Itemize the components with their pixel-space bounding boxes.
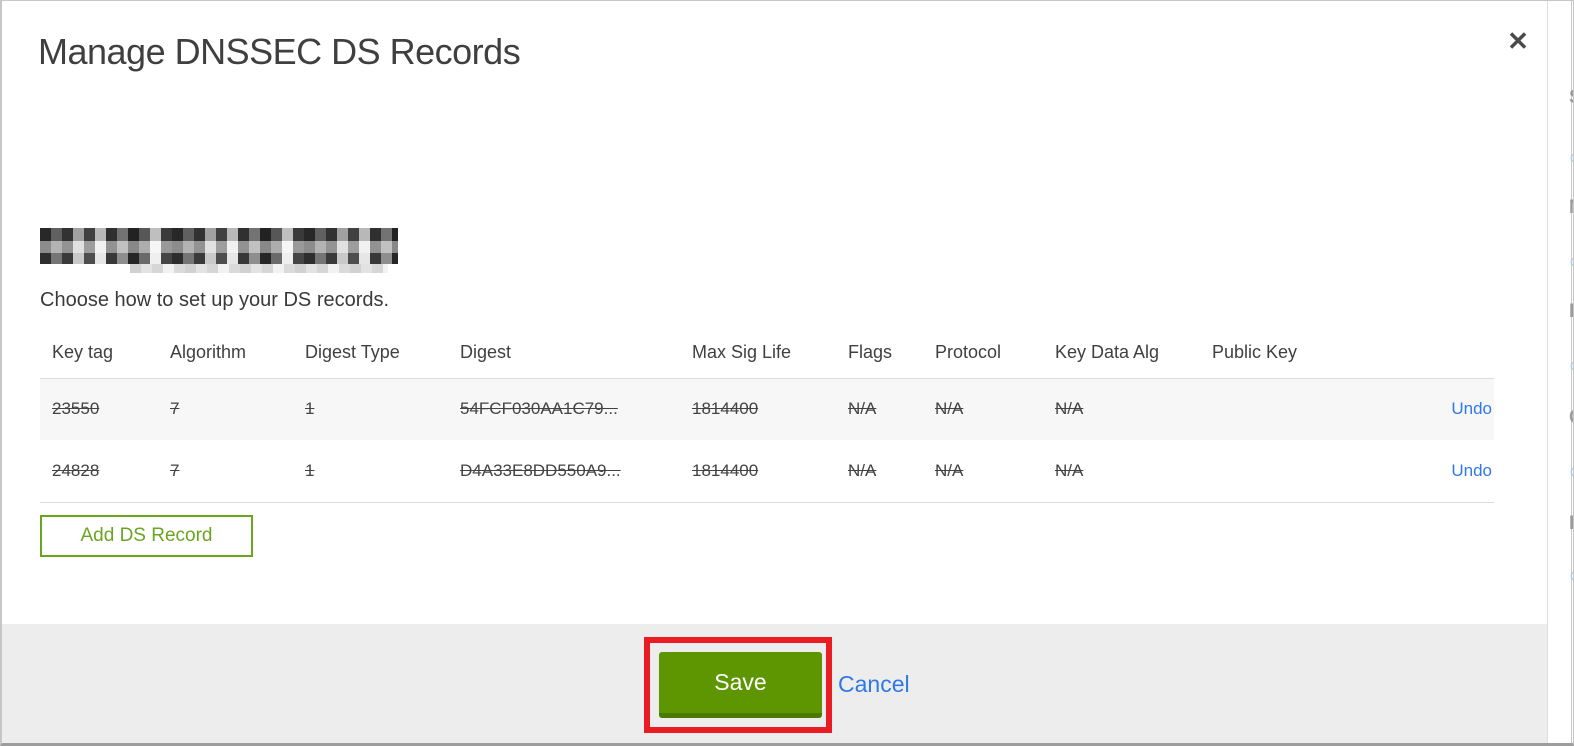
edge-text-fragment: L [1569,301,1573,323]
cell-algorithm: 7 [170,460,180,480]
col-header-actions [1392,327,1494,379]
cell-key-data-alg: N/A [1055,460,1084,480]
table-header-row: Key tag Algorithm Digest Type Digest Max… [40,327,1494,379]
edge-text-fragment: o [1570,253,1573,270]
ds-records-instruction: Choose how to set up your DS records. [40,289,390,311]
table-row: 24828 7 1 D4A33E8DD550A9... 1814400 N/A … [40,440,1494,503]
col-header-flags: Flags [836,327,923,379]
col-header-max-sig-life: Max Sig Life [680,327,836,379]
cell-protocol: N/A [935,399,964,419]
cancel-link[interactable]: Cancel [838,671,910,698]
edge-text-fragment: N [1569,197,1573,219]
cell-flags: N/A [848,460,877,480]
table-row: 23550 7 1 54FCF030AA1C79... 1814400 N/A … [40,378,1494,440]
col-header-key-tag: Key tag [40,327,158,379]
col-header-algorithm: Algorithm [158,327,293,379]
background-page-edge: S o N o L o C o E o [1547,1,1573,743]
edge-text-fragment: C [1569,407,1573,429]
cell-algorithm: 7 [170,399,180,419]
cell-digest: D4A33E8DD550A9... [460,460,621,480]
cell-protocol: N/A [935,460,964,480]
cell-max-sig-life: 1814400 [692,460,759,480]
dnssec-modal: Manage DNSSEC DS Records ✕ Choose how to… [0,0,1574,746]
edge-text-fragment: o [1570,463,1573,480]
cell-flags: N/A [848,399,877,419]
domain-name-redacted [40,228,398,264]
annotation-highlight-box [644,637,832,733]
ds-records-table: Key tag Algorithm Digest Type Digest Max… [40,327,1494,503]
undo-link[interactable]: Undo [1451,399,1492,418]
edge-text-fragment: o [1570,567,1573,584]
edge-text-fragment: S [1569,87,1573,109]
cell-key-tag: 23550 [52,399,100,419]
close-icon[interactable]: ✕ [1500,23,1536,59]
col-header-protocol: Protocol [923,327,1043,379]
page-title: Manage DNSSEC DS Records [38,31,521,72]
cell-digest-type: 1 [305,460,315,480]
cell-digest: 54FCF030AA1C79... [460,399,618,419]
add-ds-record-button[interactable]: Add DS Record [40,515,253,557]
col-header-digest-type: Digest Type [293,327,448,379]
cell-digest-type: 1 [305,399,315,419]
cell-key-data-alg: N/A [1055,399,1084,419]
cell-key-tag: 24828 [52,460,100,480]
domain-name-redacted-tail [130,264,388,273]
edge-text-fragment: E [1569,513,1573,535]
edge-text-fragment: o [1570,149,1573,166]
col-header-key-data-alg: Key Data Alg [1043,327,1200,379]
undo-link[interactable]: Undo [1451,461,1492,480]
cell-max-sig-life: 1814400 [692,399,759,419]
col-header-public-key: Public Key [1200,327,1392,379]
col-header-digest: Digest [448,327,680,379]
edge-text-fragment: o [1570,357,1573,374]
